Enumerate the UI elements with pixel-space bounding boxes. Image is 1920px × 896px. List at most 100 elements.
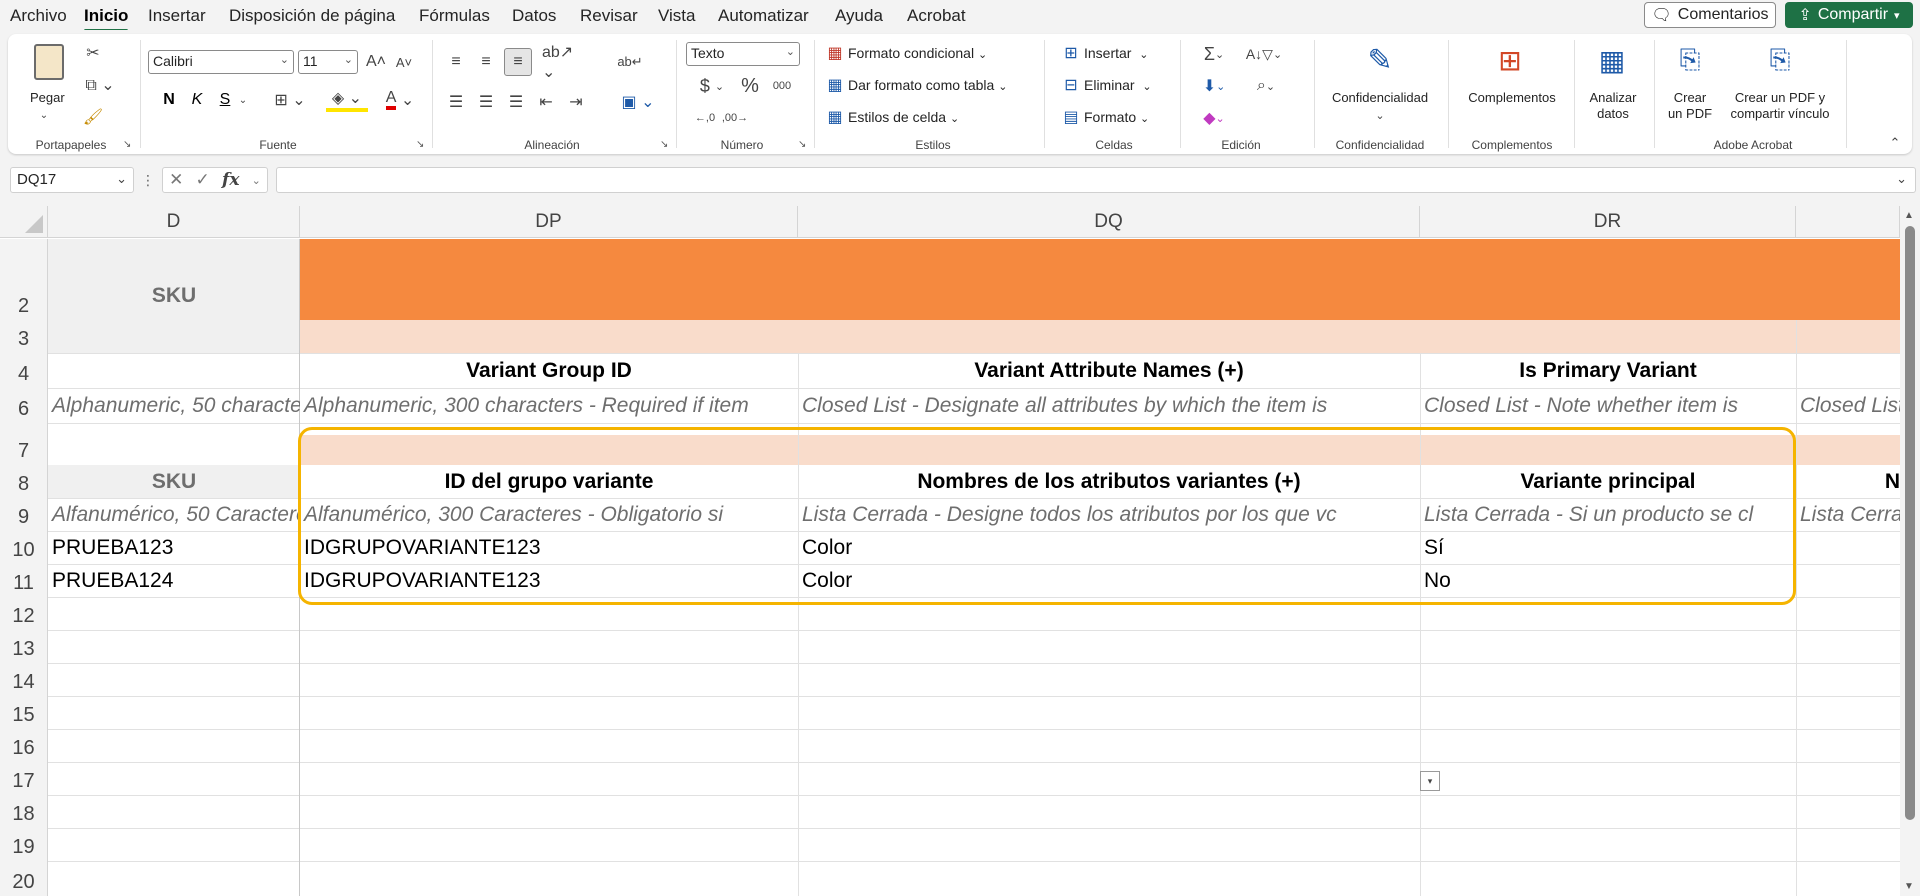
align-top-icon[interactable]: ≡: [444, 50, 468, 74]
collapse-ribbon-icon[interactable]: ⌃: [1886, 134, 1904, 152]
currency-icon[interactable]: $ ⌄: [692, 74, 732, 98]
cut-icon[interactable]: ✂: [82, 42, 104, 64]
clear-icon[interactable]: ◆ ⌄: [1194, 106, 1234, 130]
confirm-icon[interactable]: ✓: [196, 170, 210, 190]
dialog-launcher-icon[interactable]: ↘: [660, 139, 668, 150]
row-header-7[interactable]: 7: [0, 423, 48, 465]
font-color-icon[interactable]: A ⌄: [380, 88, 420, 112]
header-is-primary-variant[interactable]: Is Primary Variant: [1420, 353, 1796, 388]
dialog-launcher-icon[interactable]: ↘: [798, 139, 806, 150]
column-header-d[interactable]: D: [48, 206, 300, 238]
increase-indent-icon[interactable]: ⇥: [564, 90, 588, 114]
desc-en-sku[interactable]: Alphanumeric, 50 characters: [48, 388, 300, 423]
add-ins-button[interactable]: Complementos: [1452, 90, 1572, 106]
desc-en-next[interactable]: Closed List: [1796, 388, 1900, 423]
cell-attribute-names[interactable]: Color: [798, 564, 1420, 597]
column-header-dr[interactable]: DR: [1420, 206, 1796, 238]
analyze-data-button[interactable]: Analizar datos: [1578, 90, 1648, 122]
share-pdf-icon[interactable]: ⎘: [1764, 42, 1796, 78]
row-header-13[interactable]: 13: [0, 630, 48, 663]
align-right-icon[interactable]: ☰: [504, 90, 528, 114]
insert-cells-icon[interactable]: ⊞: [1060, 42, 1082, 64]
confidentiality-button[interactable]: Confidencialidad: [1314, 90, 1446, 106]
fill-icon[interactable]: ⬇ ⌄: [1194, 74, 1234, 98]
row-header-19[interactable]: 19: [0, 828, 48, 861]
number-format-combo[interactable]: Texto ⌄: [686, 42, 800, 66]
row-header-20[interactable]: 20: [0, 861, 48, 896]
align-middle-icon[interactable]: ≡: [474, 50, 498, 74]
column-header-next[interactable]: [1796, 206, 1900, 238]
font-size-combo[interactable]: 11 ⌄: [298, 50, 358, 74]
row-header-17[interactable]: 17: [0, 762, 48, 795]
more-options-icon[interactable]: ⋮: [138, 169, 158, 191]
create-pdf-button[interactable]: Crear un PDF: [1660, 90, 1720, 122]
italic-button[interactable]: K: [186, 88, 208, 112]
scroll-up-icon[interactable]: ▲: [1904, 210, 1914, 221]
desc-es-primary-variant[interactable]: Lista Cerrada - Si un producto se cl: [1420, 498, 1796, 531]
autosum-icon[interactable]: Σ ⌄: [1194, 42, 1234, 66]
column-header-dp[interactable]: DP: [300, 206, 798, 238]
chevron-down-icon[interactable]: ⌄: [34, 108, 54, 122]
row-header-6[interactable]: 6: [0, 388, 48, 423]
cell-sku[interactable]: PRUEBA124: [48, 564, 300, 597]
row-header-15[interactable]: 15: [0, 696, 48, 729]
cell-styles-button[interactable]: Estilos de celda ⌄: [848, 109, 959, 125]
formula-input[interactable]: ⌄: [276, 167, 1916, 193]
desc-es-next[interactable]: Lista Cerrada: [1796, 498, 1900, 531]
cancel-icon[interactable]: ✕: [169, 170, 183, 190]
underline-button[interactable]: S: [214, 88, 236, 112]
header-variante-principal[interactable]: Variante principal: [1420, 465, 1796, 498]
header-variant-attribute-names[interactable]: Variant Attribute Names (+): [798, 353, 1420, 388]
row-header-8[interactable]: 8: [0, 465, 48, 498]
tab-ayuda[interactable]: Ayuda: [835, 6, 883, 26]
bold-button[interactable]: N: [158, 88, 180, 112]
expand-formula-icon[interactable]: ⌄: [1896, 171, 1907, 187]
column-header-dq[interactable]: DQ: [798, 206, 1420, 238]
desc-en-variant-group[interactable]: Alphanumeric, 300 characters - Required …: [300, 388, 798, 423]
tab-vista[interactable]: Vista: [658, 6, 696, 26]
delete-cells-icon[interactable]: ⊟: [1060, 74, 1082, 96]
dialog-launcher-icon[interactable]: ↘: [123, 139, 131, 150]
row-header-2[interactable]: 2: [0, 239, 48, 320]
chevron-down-icon[interactable]: ⌄: [236, 88, 250, 112]
cell-attribute-names[interactable]: Color: [798, 531, 1420, 564]
format-as-table-icon[interactable]: ▦: [824, 74, 846, 96]
insert-cells-button[interactable]: Insertar ⌄: [1084, 45, 1148, 61]
sku-header-en[interactable]: SKU: [48, 239, 300, 353]
sort-filter-icon[interactable]: A↓▽ ⌄: [1242, 42, 1286, 66]
align-center-icon[interactable]: ☰: [474, 90, 498, 114]
sensitivity-icon[interactable]: ✎: [1360, 40, 1400, 80]
cell-variant-group-id[interactable]: IDGRUPOVARIANTE123: [300, 564, 798, 597]
chevron-down-icon[interactable]: ⌄: [252, 174, 261, 187]
find-select-icon[interactable]: ⌕ ⌄: [1244, 74, 1288, 98]
desc-es-sku[interactable]: Alfanumérico, 50 Caracteres: [48, 498, 300, 531]
tab-disposicion[interactable]: Disposición de página: [229, 6, 395, 26]
row-header-10[interactable]: 10: [0, 531, 48, 564]
desc-es-attribute-names[interactable]: Lista Cerrada - Designe todos los atribu…: [798, 498, 1420, 531]
row-header-4[interactable]: 4: [0, 353, 48, 388]
comments-button[interactable]: 🗨 Comentarios: [1644, 2, 1776, 28]
cell-primary-variant[interactable]: Sí: [1420, 531, 1796, 564]
borders-icon[interactable]: ⊞ ⌄: [270, 88, 310, 112]
cell-styles-icon[interactable]: ▦: [824, 106, 846, 128]
increase-font-icon[interactable]: A˄: [364, 50, 388, 74]
desc-en-primary-variant[interactable]: Closed List - Note whether item is: [1420, 388, 1796, 423]
increase-decimal-icon[interactable]: ←,0: [692, 106, 718, 130]
tab-insertar[interactable]: Insertar: [148, 6, 206, 26]
dialog-launcher-icon[interactable]: ↘: [416, 139, 424, 150]
cell-primary-variant[interactable]: No: [1420, 564, 1796, 597]
spreadsheet-grid[interactable]: D DP DQ DR 2 3 4 6 7 8 9 10 11 12 13 14 …: [0, 206, 1920, 896]
name-box[interactable]: DQ17 ⌄: [10, 167, 134, 193]
delete-cells-button[interactable]: Eliminar ⌄: [1084, 77, 1152, 93]
tab-formulas[interactable]: Fórmulas: [419, 6, 490, 26]
orientation-icon[interactable]: ab↗ ⌄: [542, 44, 582, 81]
header-es-next[interactable]: N: [1796, 465, 1900, 498]
format-cells-button[interactable]: Formato ⌄: [1084, 109, 1149, 125]
tab-automatizar[interactable]: Automatizar: [718, 6, 809, 26]
cell-variant-group-id[interactable]: IDGRUPOVARIANTE123: [300, 531, 798, 564]
tab-archivo[interactable]: Archivo: [10, 6, 67, 26]
row-header-16[interactable]: 16: [0, 729, 48, 762]
decrease-decimal-icon[interactable]: ,00→: [722, 106, 748, 130]
select-all-button[interactable]: [0, 206, 48, 238]
merge-center-icon[interactable]: ▣ ⌄: [618, 90, 658, 114]
